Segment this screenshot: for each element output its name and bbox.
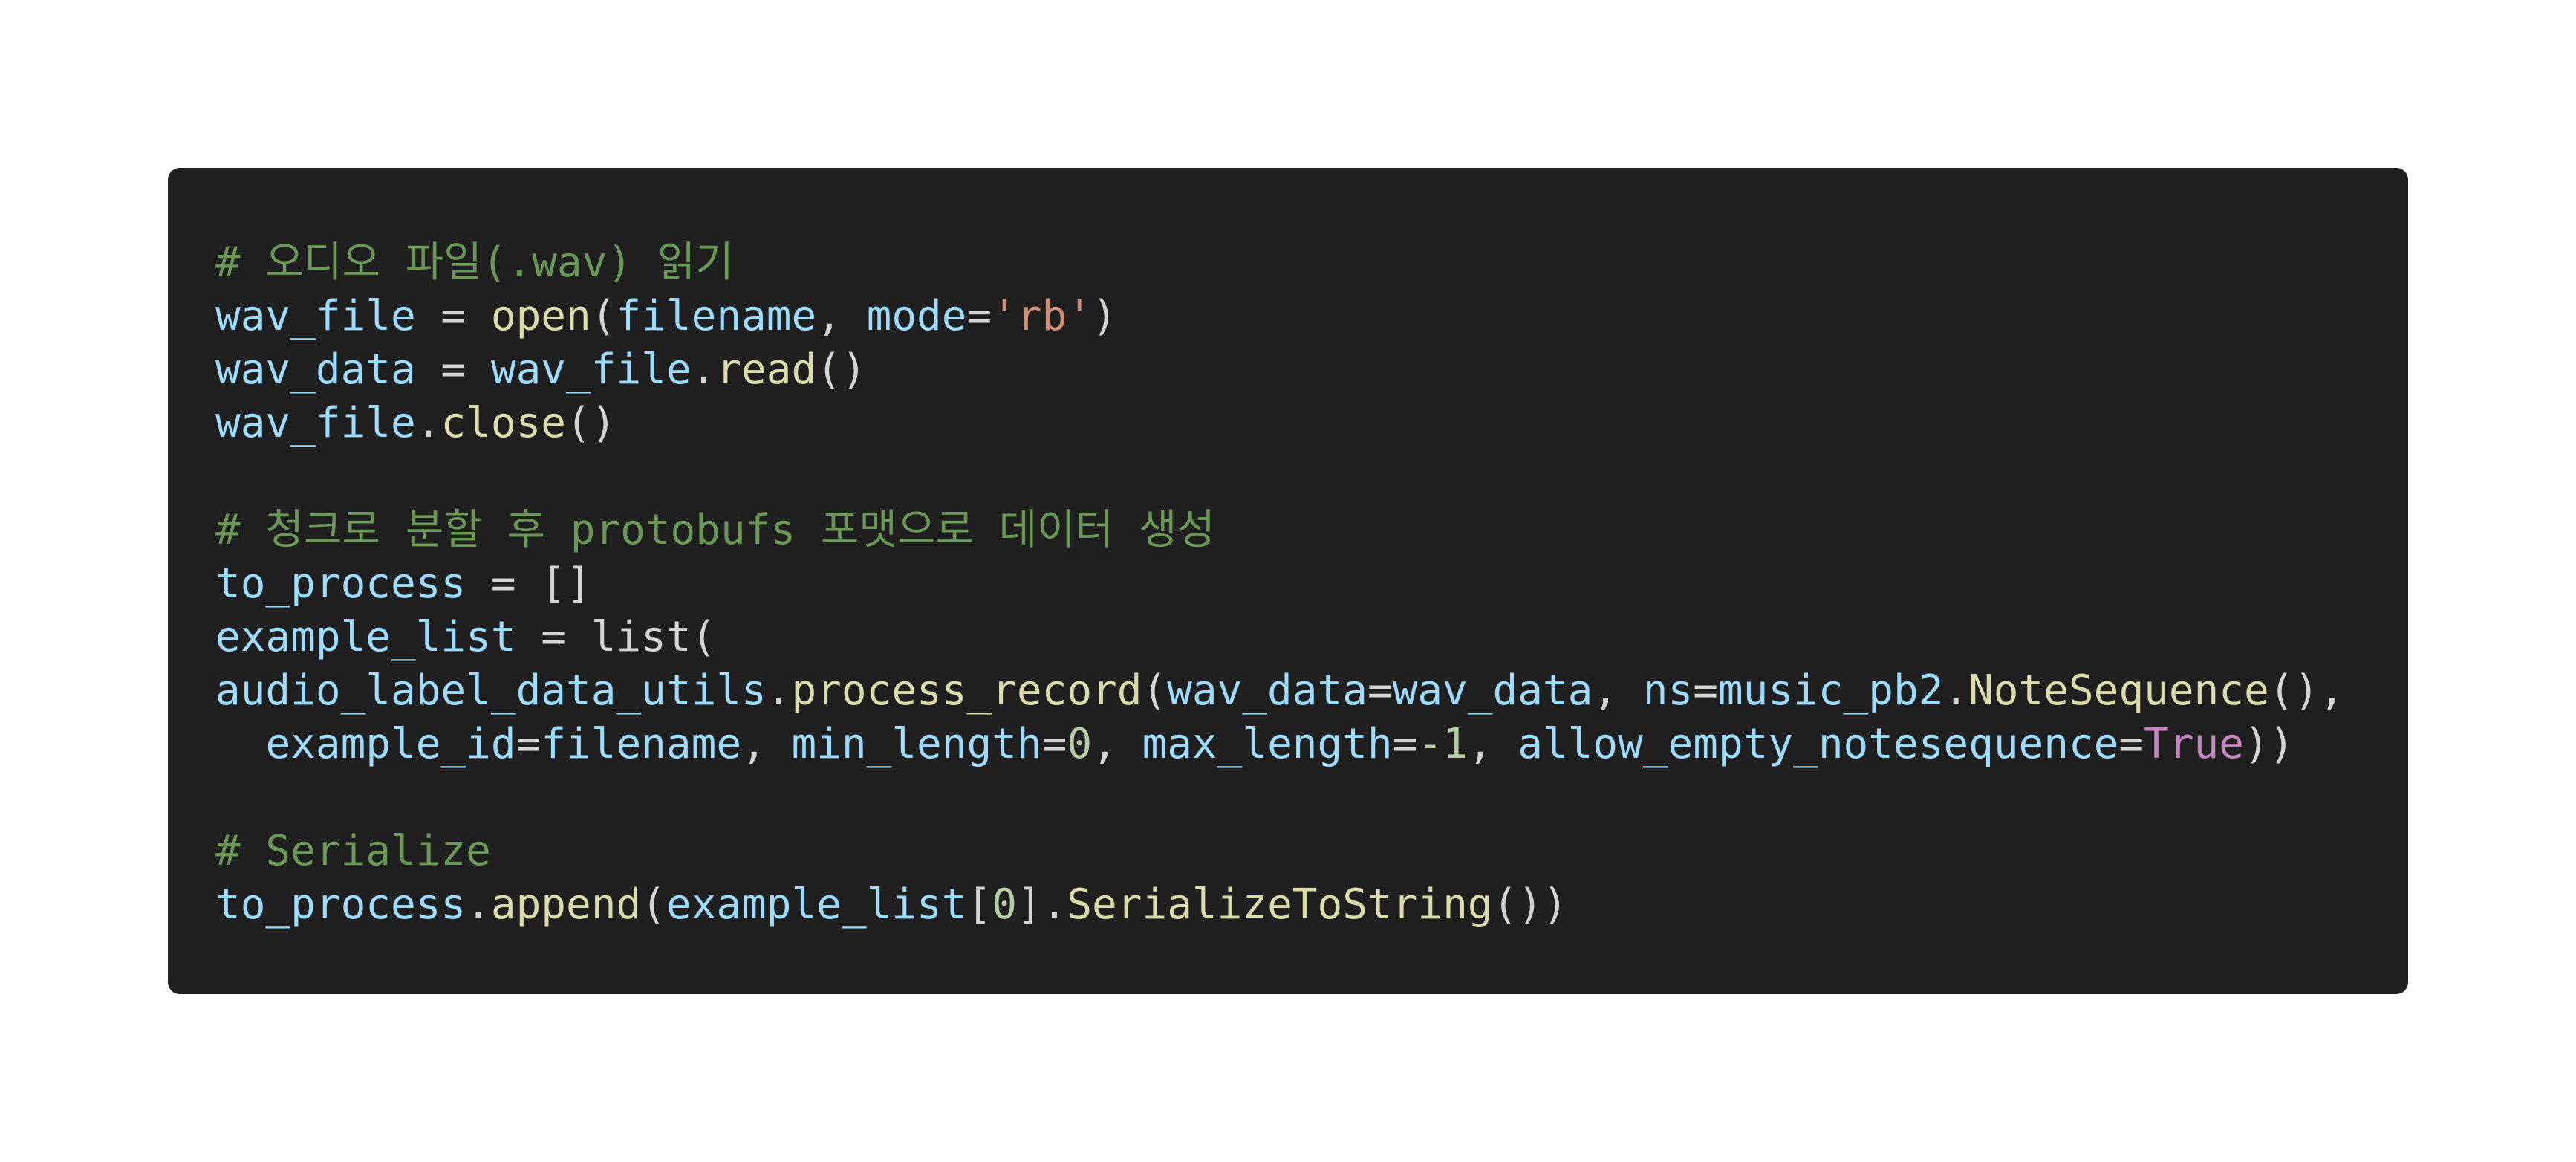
- token-audio-label-data-utils: audio_label_data_utils: [215, 666, 767, 715]
- token-example-list: example_list: [666, 880, 967, 929]
- token-list: list: [591, 613, 692, 661]
- token-wav-data: wav_data: [215, 345, 416, 394]
- token-serialize-to-string: SerializeToString: [1067, 880, 1493, 929]
- token-wav-file: wav_file: [215, 399, 416, 447]
- token-zero: 0: [1067, 720, 1093, 768]
- code-block: # 오디오 파일(.wav) 읽기 wav_file = open(filenam…: [168, 168, 2408, 994]
- comment-chunk: # 청크로 분할 후 protobufs 포맷으로 데이터 생성: [215, 506, 1215, 554]
- token-assign: =: [415, 292, 491, 340]
- token-append: append: [490, 880, 642, 929]
- code-line-4: wav_file.close(): [215, 399, 617, 447]
- token-wav-data: wav_data: [1392, 666, 1593, 715]
- token-allow-empty: allow_empty_notesequence: [1518, 720, 2119, 768]
- token-process-record: process_record: [791, 666, 1142, 715]
- code-line-3: wav_data = wav_file.read(): [215, 345, 867, 394]
- token-min-length: min_length: [791, 720, 1042, 768]
- token-read: read: [716, 345, 817, 394]
- token-filename: filename: [616, 292, 817, 340]
- token-wav-file: wav_file: [490, 345, 692, 394]
- token-assign: =: [515, 613, 591, 661]
- token-to-process: to_process: [215, 880, 466, 929]
- token-assign: =: [415, 345, 491, 394]
- token-rb-string: 'rb': [992, 292, 1093, 340]
- token-ns: ns: [1642, 666, 1694, 715]
- token-assign: =: [466, 559, 541, 608]
- token-wav-data-kw: wav_data: [1167, 666, 1367, 715]
- comment-serialize: # Serialize: [215, 827, 491, 875]
- token-music-pb2: music_pb2: [1717, 666, 1944, 715]
- code-line-12: # Serialize: [215, 825, 2408, 878]
- token-example-id: example_id: [265, 720, 516, 768]
- token-true: True: [2144, 720, 2244, 768]
- code-line-1: # 오디오 파일(.wav) 읽기: [215, 236, 2408, 290]
- token-filename: filename: [541, 720, 742, 768]
- code-line-2: wav_file = open(filename, mode='rb'): [215, 292, 1117, 340]
- comment-read-audio: # 오디오 파일(.wav) 읽기: [215, 238, 734, 287]
- code-line-9: audio_label_data_utils.process_record(wa…: [215, 666, 2344, 715]
- token-wav-file: wav_file: [215, 292, 416, 340]
- token-mode: mode: [866, 292, 967, 340]
- code-line-8: example_list = list(: [215, 613, 717, 661]
- token-open: open: [490, 292, 591, 340]
- code-line-6: # 청크로 분할 후 protobufs 포맷으로 데이터 생성: [215, 504, 2408, 557]
- code-line-13: to_process.append(example_list[0].Serial…: [215, 880, 1568, 929]
- token-neg-one: -1: [1417, 720, 1468, 768]
- token-to-process: to_process: [215, 559, 466, 608]
- token-max-length: max_length: [1142, 720, 1393, 768]
- code-line-10: example_id=filename, min_length=0, max_l…: [265, 720, 2294, 768]
- token-empty-list: []: [541, 559, 591, 608]
- token-note-sequence: NoteSequence: [1968, 666, 2269, 715]
- token-example-list: example_list: [215, 613, 516, 661]
- code-text: # 오디오 파일(.wav) 읽기 wav_file = open(filenam…: [215, 236, 2408, 932]
- code-line-7: to_process = []: [215, 557, 2408, 611]
- token-zero: 0: [992, 880, 1017, 929]
- token-close: close: [440, 399, 567, 447]
